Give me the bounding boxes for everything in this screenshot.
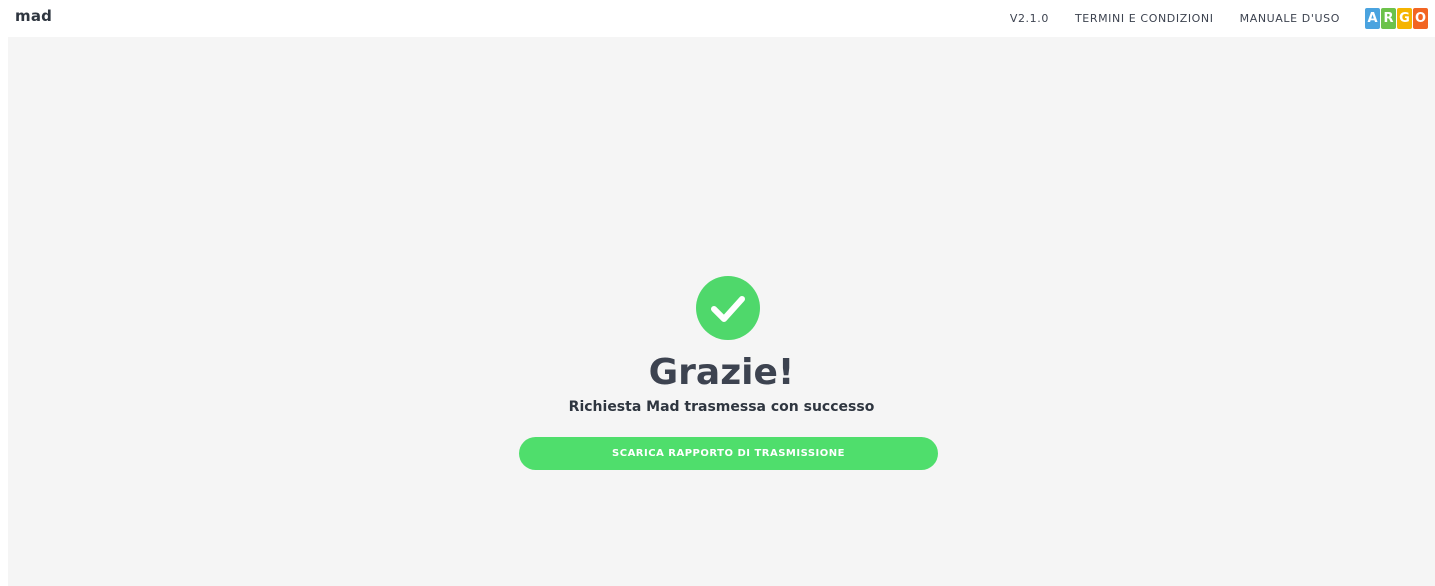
top-bar: mad V2.1.0 TERMINI E CONDIZIONI MANUALE … xyxy=(0,0,1435,37)
logo-letter-r: R xyxy=(1381,8,1396,29)
argo-logo[interactable]: A R G O xyxy=(1364,8,1428,29)
success-message: Richiesta Mad trasmessa con successo xyxy=(568,399,875,415)
top-nav: V2.1.0 TERMINI E CONDIZIONI MANUALE D'US… xyxy=(1010,0,1435,37)
checkmark-icon xyxy=(711,296,745,322)
brand-name: mad xyxy=(15,7,53,25)
check-circle-icon xyxy=(696,276,760,340)
page-title: Grazie! xyxy=(648,352,795,393)
main-content: Grazie! Richiesta Mad trasmessa con succ… xyxy=(8,37,1435,586)
logo-letter-g: G xyxy=(1397,8,1412,29)
terms-link[interactable]: TERMINI E CONDIZIONI xyxy=(1075,0,1214,37)
manual-link[interactable]: MANUALE D'USO xyxy=(1240,0,1340,37)
version-label: V2.1.0 xyxy=(1009,12,1049,25)
download-report-button[interactable]: SCARICA RAPPORTO DI TRASMISSIONE xyxy=(519,437,938,470)
logo-letter-a: A xyxy=(1365,8,1380,29)
logo-letter-o: O xyxy=(1413,8,1428,29)
